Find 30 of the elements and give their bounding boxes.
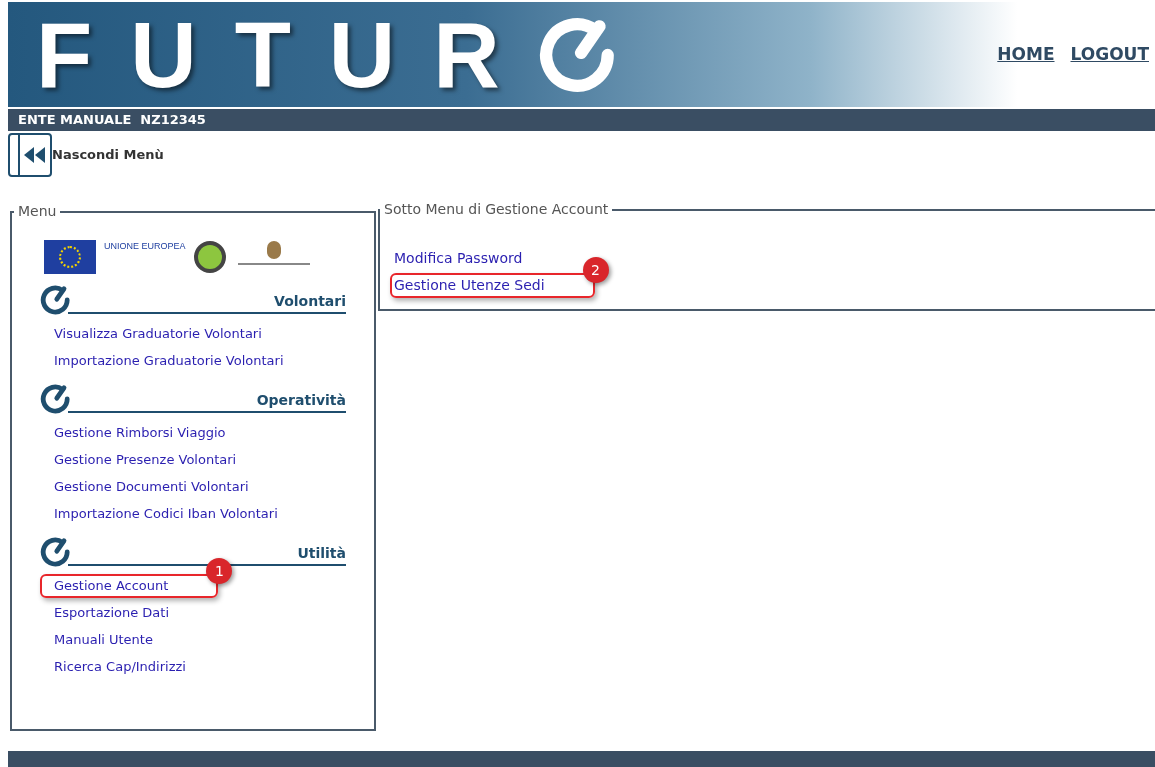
section-heading: Operatività xyxy=(68,390,346,413)
menu-link[interactable]: Manuali Utente xyxy=(40,628,167,652)
toggle-label: Nascondi Menù xyxy=(52,146,164,165)
menu-link[interactable]: Gestione Documenti Volontari xyxy=(40,475,263,499)
submenu-legend-prefix: Sotto Menu di xyxy=(384,200,482,219)
double-left-arrow-icon xyxy=(24,147,46,163)
submenu-legend-context: Gestione Account xyxy=(485,200,609,219)
menu-link[interactable]: Importazione Graduatorie Volontari xyxy=(40,349,298,373)
logo-text: FUTUR xyxy=(36,8,538,101)
eu-label: UNIONE EUROPEA xyxy=(104,240,186,253)
menu-link[interactable]: Gestione Presenze Volontari xyxy=(40,448,251,472)
step-number-badge: 2 xyxy=(582,257,609,283)
collapse-button[interactable] xyxy=(8,133,52,177)
menu-link[interactable]: Visualizza Graduatorie Volontari xyxy=(40,322,276,346)
user-label: ENTE MANUALE NZ12345 xyxy=(18,111,206,130)
menu-link[interactable]: Importazione Codici Iban Volontari xyxy=(40,502,292,526)
menu-legend: Menu xyxy=(14,201,61,222)
badge-logo-icon xyxy=(193,241,226,273)
menu-link[interactable]: Ricerca Cap/Indirizzi xyxy=(40,655,200,679)
section-heading: Volontari xyxy=(68,291,346,314)
menu-link[interactable]: Gestione Rimborsi Viaggio xyxy=(40,421,240,445)
power-logo-icon xyxy=(40,284,72,316)
nav-link[interactable]: HOME xyxy=(997,41,1055,68)
menu-link[interactable]: Esportazione Dati xyxy=(40,601,184,625)
nav-link[interactable]: LOGOUT xyxy=(1070,41,1149,68)
eu-flag-icon xyxy=(44,240,96,274)
power-logo-icon xyxy=(40,383,72,415)
power-logo-icon xyxy=(40,536,72,568)
step-number-badge: 1 xyxy=(206,558,233,584)
menu-link[interactable]: Modifica Password xyxy=(390,246,527,271)
